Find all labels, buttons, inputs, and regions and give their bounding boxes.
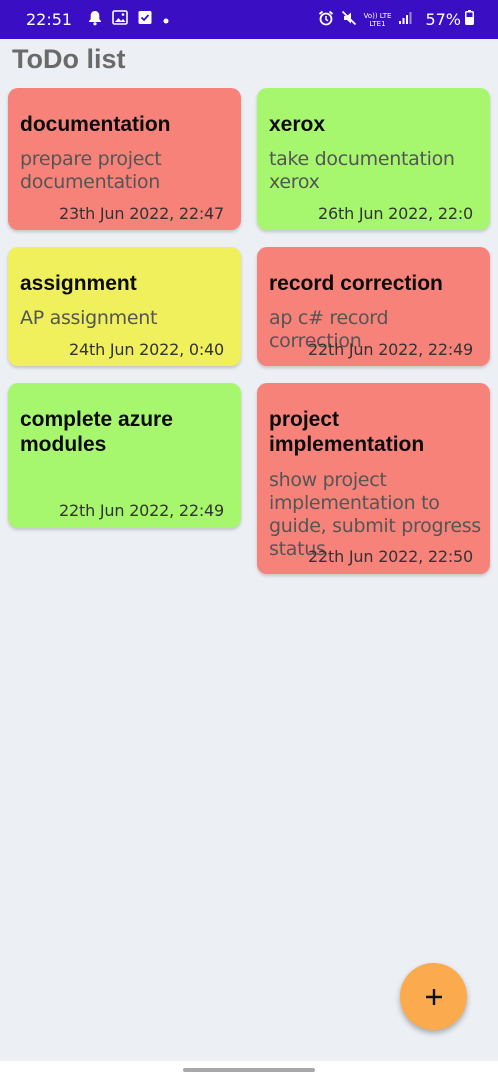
- note-card-complete-azure-modules[interactable]: complete azure modules 22th Jun 2022, 22…: [8, 383, 241, 528]
- note-card-assignment[interactable]: assignment AP assignment 24th Jun 2022, …: [8, 247, 241, 366]
- lte-sub-label: LTE1: [369, 19, 386, 28]
- note-title: documentation: [20, 113, 171, 136]
- battery-icon: [465, 10, 474, 29]
- home-gesture-handle[interactable]: [183, 1068, 315, 1072]
- note-date: 24th Jun 2022, 0:40: [69, 340, 224, 359]
- signal-icon: [398, 10, 412, 29]
- alarm-icon: [318, 10, 334, 30]
- mute-icon: [341, 10, 357, 30]
- note-title: project implementation: [269, 408, 425, 456]
- note-title: xerox: [269, 113, 326, 136]
- note-date: 22th Jun 2022, 22:49: [59, 501, 224, 520]
- note-description: prepare project documentation: [20, 148, 162, 193]
- check-box-icon: [138, 10, 152, 29]
- note-card-documentation[interactable]: documentation prepare project documentat…: [8, 88, 241, 230]
- status-bar: 22:51 Vo)) LTE LTE1 57%: [0, 0, 498, 39]
- bell-icon: [88, 10, 102, 30]
- navigation-bar: [0, 1061, 498, 1079]
- volte-lte-icon: Vo)) LTE LTE1: [364, 12, 392, 28]
- add-note-button[interactable]: [400, 963, 467, 1030]
- note-description: AP assignment: [20, 307, 158, 329]
- plus-icon: [424, 987, 444, 1007]
- image-icon: [112, 10, 128, 29]
- note-title: complete azure modules: [20, 408, 173, 456]
- dot-icon: [162, 10, 170, 29]
- note-date: 22th Jun 2022, 22:50: [308, 547, 473, 566]
- volte-label: Vo)) LTE: [363, 11, 392, 20]
- note-title: assignment: [20, 272, 137, 295]
- note-date: 26th Jun 2022, 22:0: [318, 204, 473, 223]
- note-card-project-implementation[interactable]: project implementation show project impl…: [257, 383, 490, 574]
- note-card-xerox[interactable]: xerox take documentation xerox 26th Jun …: [257, 88, 490, 230]
- page-title: ToDo list: [12, 44, 126, 74]
- status-time: 22:51: [26, 10, 73, 29]
- note-description: take documentation xerox: [269, 148, 455, 193]
- battery-percent: 57%: [425, 10, 461, 29]
- note-card-record-correction[interactable]: record correction ap c# record correctio…: [257, 247, 490, 366]
- note-title: record correction: [269, 272, 443, 295]
- note-date: 23th Jun 2022, 22:47: [59, 204, 224, 223]
- note-date: 22th Jun 2022, 22:49: [308, 340, 473, 359]
